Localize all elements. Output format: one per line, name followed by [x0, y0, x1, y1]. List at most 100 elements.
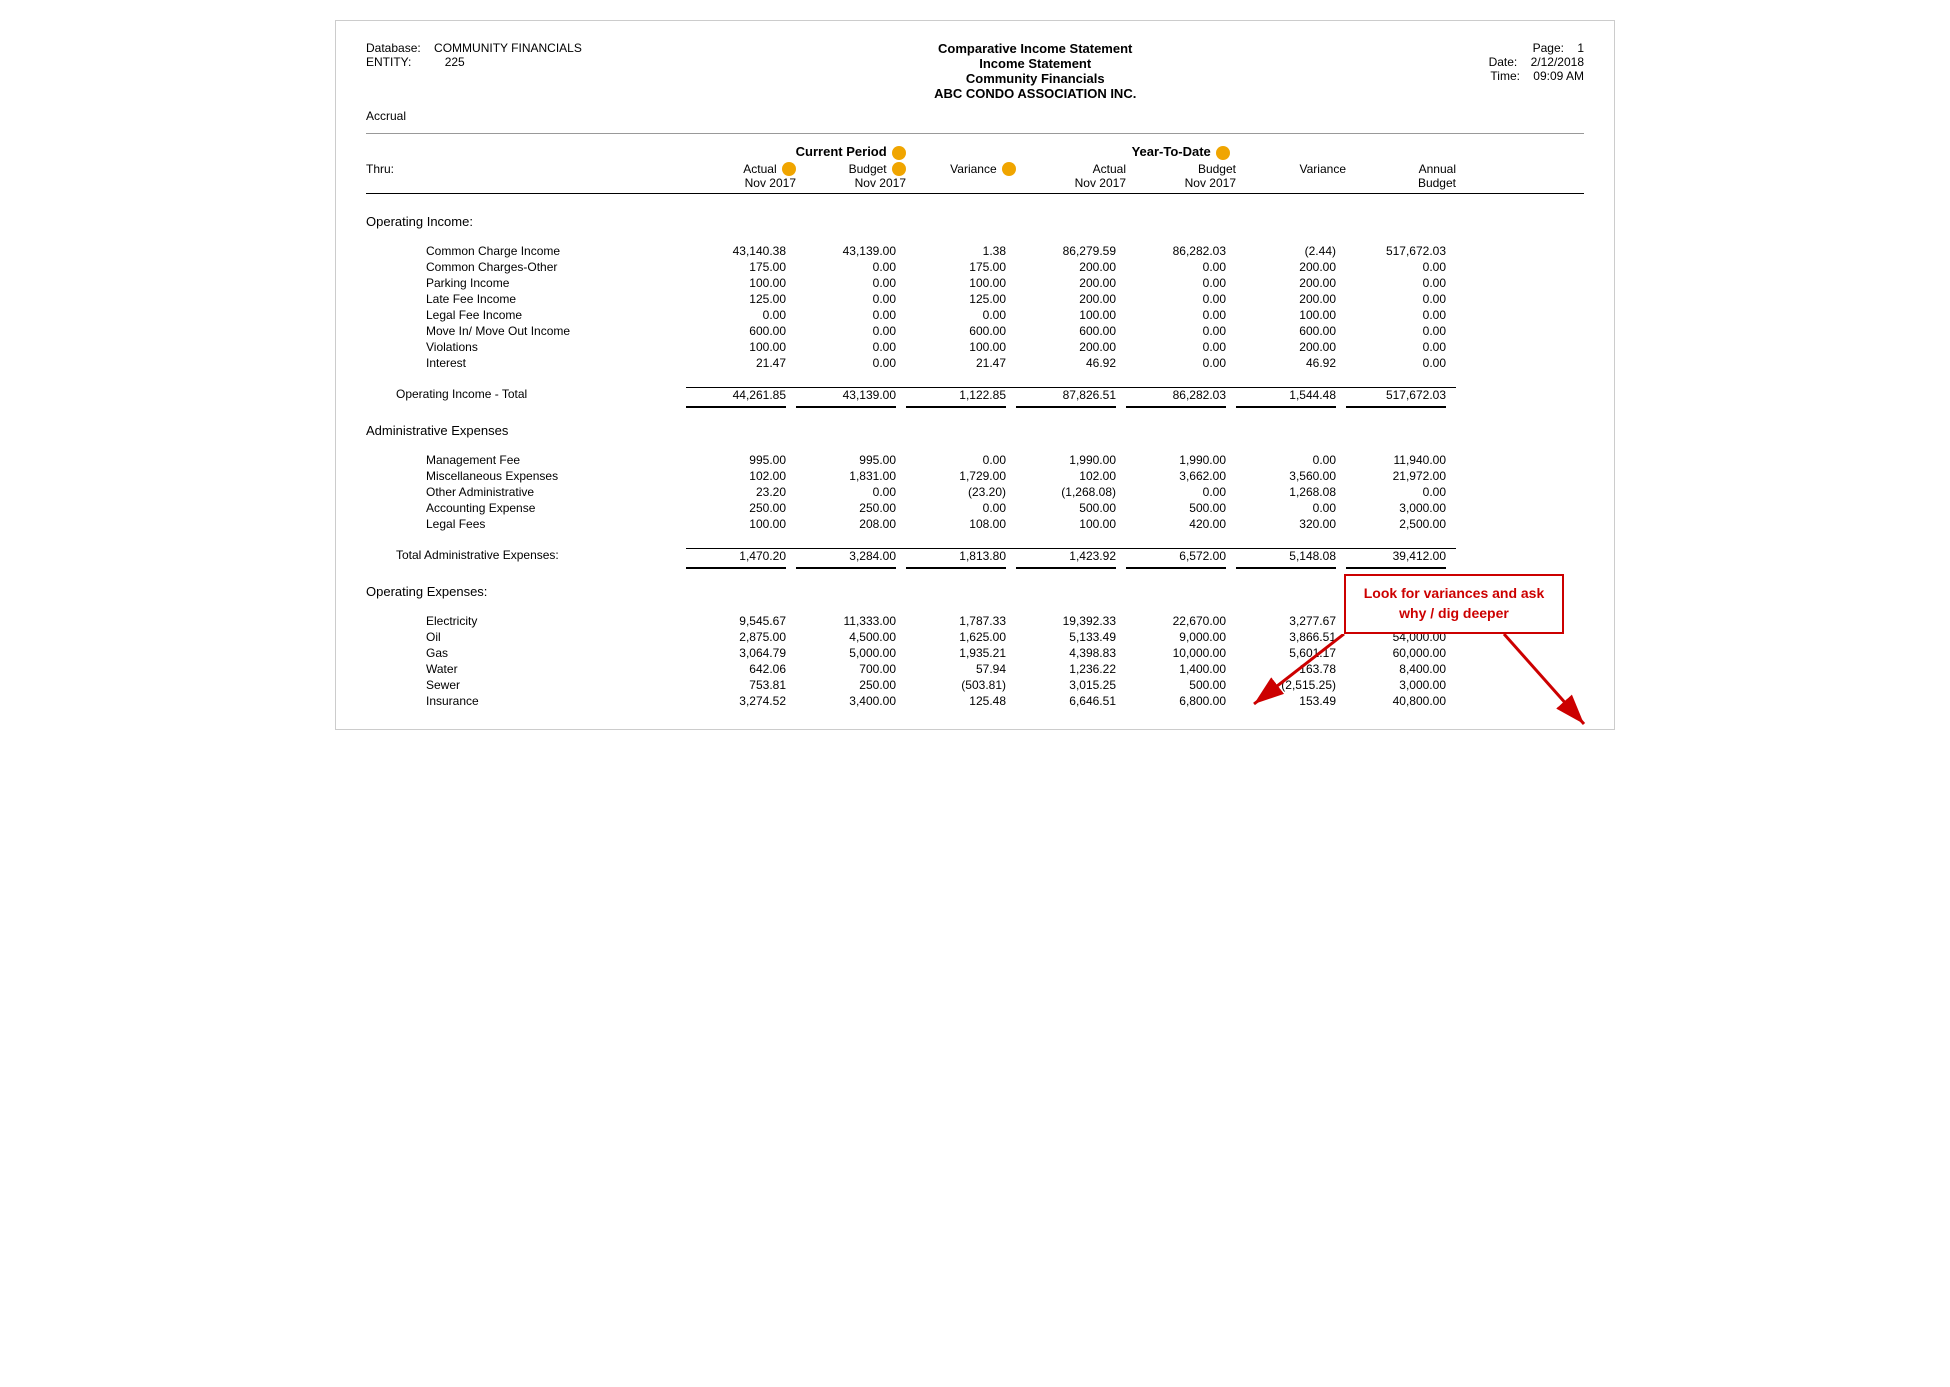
- entity-value: 225: [445, 55, 465, 69]
- date-value: 2/12/2018: [1531, 55, 1584, 69]
- ytd_actual-cell: 600.00: [1016, 324, 1126, 338]
- ytd_budget-cell: 1,400.00: [1126, 662, 1236, 676]
- ytd_budget-cell: 0.00: [1126, 340, 1236, 354]
- ae-total-ytd-variance: 5,148.08: [1236, 548, 1346, 563]
- label-cell: Miscellaneous Expenses: [366, 469, 686, 483]
- actual-cell: 0.00: [686, 308, 796, 322]
- actual-cell: 250.00: [686, 501, 796, 515]
- variance-cell: 1,729.00: [906, 469, 1016, 483]
- budget-cell: 0.00: [796, 308, 906, 322]
- report-title3: Community Financials: [934, 71, 1136, 86]
- ytd_budget-cell: 0.00: [1126, 292, 1236, 306]
- ytd_variance-cell: 46.92: [1236, 356, 1346, 370]
- report-title2: Income Statement: [934, 56, 1136, 71]
- actual-cell: 102.00: [686, 469, 796, 483]
- variance-cell: 175.00: [906, 260, 1016, 274]
- ytd_budget-cell: 10,000.00: [1126, 646, 1236, 660]
- ytd_variance-cell: 0.00: [1236, 453, 1346, 467]
- report-page: Database: COMMUNITY FINANCIALS ENTITY: 2…: [335, 20, 1615, 730]
- budget-cell: 250.00: [796, 678, 906, 692]
- variance-cell: (23.20): [906, 485, 1016, 499]
- budget-cell: 208.00: [796, 517, 906, 531]
- annotation-arrow2: [1484, 634, 1604, 734]
- table-row: Insurance3,274.523,400.00125.486,646.516…: [366, 693, 1584, 709]
- oi-total-annual: 517,672.03: [1346, 387, 1456, 402]
- variance-cell: (503.81): [906, 678, 1016, 692]
- annual-cell: 0.00: [1346, 485, 1456, 499]
- ytd_variance-cell: 320.00: [1236, 517, 1346, 531]
- admin-expenses-total-row: Total Administrative Expenses: 1,470.20 …: [366, 546, 1584, 565]
- actual-cell: 125.00: [686, 292, 796, 306]
- variance-cell: 21.47: [906, 356, 1016, 370]
- ytd_variance-cell: 200.00: [1236, 260, 1346, 274]
- table-row: Common Charge Income43,140.3843,139.001.…: [366, 243, 1584, 259]
- actual-cell: 23.20: [686, 485, 796, 499]
- variance-cell: 1,935.21: [906, 646, 1016, 660]
- ae-total-variance: 1,813.80: [906, 548, 1016, 563]
- ytd_budget-cell: 420.00: [1126, 517, 1236, 531]
- ytd_actual-cell: 6,646.51: [1016, 694, 1126, 708]
- sort-icon-variance[interactable]: [1002, 162, 1016, 176]
- ytd-budget-col-header: Budget Nov 2017: [1126, 162, 1236, 191]
- sort-icon-ytd[interactable]: [1216, 146, 1230, 160]
- ytd_actual-cell: 46.92: [1016, 356, 1126, 370]
- ytd_budget-cell: 0.00: [1126, 324, 1236, 338]
- budget-cell: 4,500.00: [796, 630, 906, 644]
- ae-total-label: Total Administrative Expenses:: [366, 548, 686, 563]
- variance-cell: 0.00: [906, 501, 1016, 515]
- ytd_actual-cell: 4,398.83: [1016, 646, 1126, 660]
- table-row: Sewer753.81250.00(503.81)3,015.25500.00(…: [366, 677, 1584, 693]
- oi-total-actual: 44,261.85: [686, 387, 796, 402]
- actual-cell: 3,064.79: [686, 646, 796, 660]
- ytd_actual-cell: 1,990.00: [1016, 453, 1126, 467]
- annual-cell: 11,940.00: [1346, 453, 1456, 467]
- ytd_budget-cell: 1,990.00: [1126, 453, 1236, 467]
- ytd_budget-cell: 0.00: [1126, 356, 1236, 370]
- ytd_actual-cell: 3,015.25: [1016, 678, 1126, 692]
- annual-cell: 0.00: [1346, 340, 1456, 354]
- time-row: Time: 09:09 AM: [1489, 69, 1584, 83]
- ytd_actual-cell: 200.00: [1016, 276, 1126, 290]
- table-row: Late Fee Income125.000.00125.00200.000.0…: [366, 291, 1584, 307]
- table-row: Other Administrative23.200.00(23.20)(1,2…: [366, 484, 1584, 500]
- variance-cell: 1,625.00: [906, 630, 1016, 644]
- label-cell: Common Charges-Other: [366, 260, 686, 274]
- actual-col-header: Actual Nov 2017: [686, 162, 796, 191]
- admin-expense-rows: Management Fee995.00995.000.001,990.001,…: [366, 452, 1584, 532]
- label-cell: Move In/ Move Out Income: [366, 324, 686, 338]
- table-row: Interest21.470.0021.4746.920.0046.920.00: [366, 355, 1584, 371]
- operating-expenses-container: Operating Expenses: Look for variances a…: [366, 584, 1584, 709]
- entity-label: ENTITY:: [366, 55, 411, 69]
- budget-cell: 0.00: [796, 292, 906, 306]
- sort-icon-actual[interactable]: [782, 162, 796, 176]
- page-row: Page: 1: [1489, 41, 1584, 55]
- actual-cell: 100.00: [686, 276, 796, 290]
- sort-icon-budget[interactable]: [892, 162, 906, 176]
- table-row: Legal Fee Income0.000.000.00100.000.0010…: [366, 307, 1584, 323]
- column-sub-headers: Thru: Actual Nov 2017 Budget Nov 2017 Va…: [366, 162, 1584, 195]
- operating-income-total-row: Operating Income - Total 44,261.85 43,13…: [366, 385, 1584, 404]
- budget-cell: 250.00: [796, 501, 906, 515]
- label-cell: Oil: [366, 630, 686, 644]
- ytd_actual-cell: 86,279.59: [1016, 244, 1126, 258]
- ytd_actual-cell: 200.00: [1016, 260, 1126, 274]
- budget-cell: 1,831.00: [796, 469, 906, 483]
- sort-icon-current[interactable]: [892, 146, 906, 160]
- column-group-headers: Current Period Year-To-Date: [686, 144, 1584, 160]
- admin-expenses-section-title: Administrative Expenses: [366, 423, 1584, 438]
- ytd-actual-col-header: Actual Nov 2017: [1016, 162, 1126, 191]
- oi-double-underline: [366, 406, 1584, 411]
- annual-cell: 517,672.03: [1346, 244, 1456, 258]
- annotation-area: Look for variances and ask why / dig dee…: [1344, 574, 1564, 633]
- thru-label: Thru:: [366, 162, 686, 191]
- table-row: Miscellaneous Expenses102.001,831.001,72…: [366, 468, 1584, 484]
- ytd_budget-cell: 0.00: [1126, 485, 1236, 499]
- annual-cell: 2,500.00: [1346, 517, 1456, 531]
- actual-cell: 642.06: [686, 662, 796, 676]
- annual-cell: 21,972.00: [1346, 469, 1456, 483]
- budget-cell: 0.00: [796, 485, 906, 499]
- ytd_variance-cell: 3,560.00: [1236, 469, 1346, 483]
- actual-cell: 995.00: [686, 453, 796, 467]
- header-divider: [366, 133, 1584, 134]
- current-period-group-label: Current Period: [686, 144, 1016, 160]
